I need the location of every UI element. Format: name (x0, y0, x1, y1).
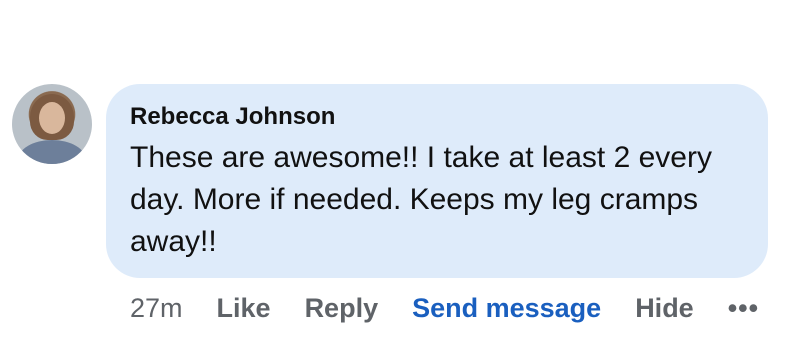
comment-actions: 27m Like Reply Send message Hide ••• (130, 290, 759, 326)
send-message-button[interactable]: Send message (412, 293, 601, 324)
more-options-icon[interactable]: ••• (728, 293, 759, 324)
timestamp[interactable]: 27m (130, 293, 183, 324)
comment-bubble: Rebecca Johnson These are awesome!! I ta… (106, 84, 768, 278)
hide-button[interactable]: Hide (635, 293, 694, 324)
comment-text: These are awesome!! I take at least 2 ev… (130, 141, 712, 258)
avatar-shoulders (18, 140, 86, 164)
like-button[interactable]: Like (217, 293, 271, 324)
comment: Rebecca Johnson These are awesome!! I ta… (0, 0, 800, 340)
reply-button[interactable]: Reply (305, 293, 379, 324)
author-name[interactable]: Rebecca Johnson (130, 102, 744, 134)
avatar[interactable] (12, 84, 92, 164)
avatar-face (39, 102, 65, 134)
